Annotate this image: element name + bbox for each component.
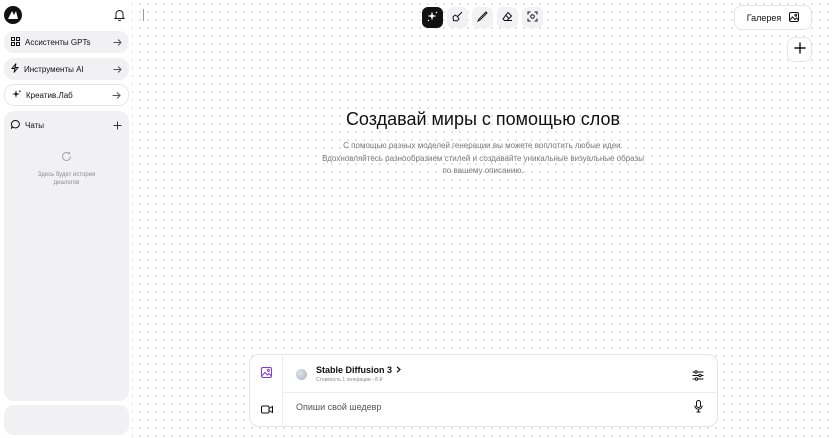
generate-tool[interactable] (422, 7, 443, 28)
gallery-label: Галерея (746, 12, 782, 23)
brush-icon (452, 9, 463, 27)
page-description: С помощью разных моделей генерации вы мо… (322, 141, 644, 175)
sidebar-item-ai-tools[interactable]: Инструменты AI (4, 58, 129, 80)
gallery-button[interactable]: Галерея (734, 5, 812, 30)
user-panel[interactable] (4, 405, 129, 435)
brand-logo-icon[interactable] (4, 6, 22, 24)
scan-icon (527, 9, 538, 27)
scan-tool[interactable] (522, 7, 543, 28)
chats-label: Чаты (25, 120, 45, 130)
arrow-right-icon (112, 91, 121, 99)
page-title: Создавай миры с помощью слов (345, 109, 621, 129)
add-button[interactable] (787, 37, 812, 62)
sidebar-divider (143, 9, 144, 21)
chevron-right-icon (396, 365, 401, 375)
model-selector[interactable]: Stable Diffusion 3 (316, 365, 401, 375)
prompt-input[interactable] (296, 398, 676, 416)
prompt-composer: Stable Diffusion 3 Стоимость 1 генерации… (249, 354, 718, 427)
lightning-icon (10, 63, 20, 75)
chats-empty-state: Здесь будет история диалогов (4, 149, 129, 187)
plus-icon[interactable] (113, 121, 122, 130)
plus-icon (794, 41, 806, 59)
model-avatar (296, 369, 307, 380)
tools-toolbar (422, 7, 543, 28)
image-icon (261, 365, 272, 383)
bell-icon[interactable] (112, 8, 126, 22)
video-mode-button[interactable] (258, 401, 275, 418)
image-mode-button[interactable] (258, 365, 275, 382)
sidebar-item-assistants[interactable]: Ассистенты GPTs (4, 31, 129, 53)
pen-icon (476, 9, 488, 27)
sidebar-item-creative-lab[interactable]: Креатив.Лаб (4, 84, 129, 106)
sliders-icon[interactable] (691, 368, 705, 382)
sidebar: Ассистенты GPTs Инструменты AI Креатив.Л… (0, 0, 132, 438)
pen-tool[interactable] (472, 7, 493, 28)
sparkles-icon (427, 9, 438, 27)
arrow-right-icon (113, 65, 122, 73)
sidebar-item-label: Креатив.Лаб (26, 90, 73, 100)
arrow-right-icon (113, 38, 122, 46)
refresh-icon (61, 149, 72, 166)
chats-empty-text: Здесь будет история диалогов (37, 172, 96, 186)
composer-divider (283, 392, 717, 393)
mode-switcher (250, 355, 283, 426)
eraser-icon (502, 9, 513, 27)
chat-bubble-icon (10, 119, 20, 131)
microphone-icon[interactable] (692, 399, 704, 413)
video-camera-icon (260, 401, 273, 419)
image-icon (789, 11, 800, 24)
chats-header: Чаты (4, 111, 129, 133)
brush-tool[interactable] (447, 7, 468, 28)
eraser-tool[interactable] (497, 7, 518, 28)
sparkles-icon (12, 89, 21, 101)
grid-icon (11, 36, 20, 48)
chats-panel: Чаты Здесь будет история диалогов (4, 111, 129, 401)
model-name: Stable Diffusion 3 (316, 365, 393, 375)
model-cost: Стоимость 1 генерации - 8 ₽ (316, 377, 383, 383)
sidebar-item-label: Ассистенты GPTs (25, 37, 91, 47)
sidebar-item-label: Инструменты AI (24, 64, 84, 74)
